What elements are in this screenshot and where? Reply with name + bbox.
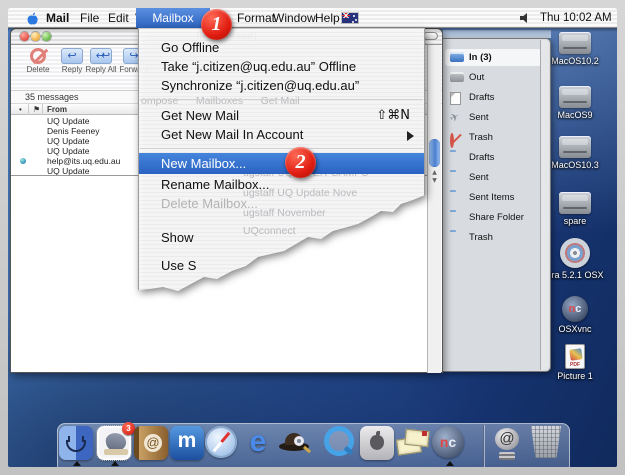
zoom-button[interactable] <box>42 32 51 41</box>
mailboxes-drawer: In (3) Out Drafts ✈Sent Trash Drafts Sen… <box>443 38 551 372</box>
menu-bar: Mail File Edit View Mailbox Format Windo… <box>8 8 617 28</box>
drawer-item-share-folder[interactable]: Share Folder <box>445 209 541 226</box>
hard-drive-icon <box>559 136 591 158</box>
paper-plane-icon: ✈ <box>448 111 461 126</box>
drawer-item-out[interactable]: Out <box>445 69 541 86</box>
dock-quicktime-icon[interactable] <box>324 426 358 460</box>
menu-item-take-offline[interactable]: Take “j.citizen@uq.edu.au” Offline <box>139 58 424 76</box>
australian-flag-icon[interactable] <box>342 13 358 23</box>
drawer-top-edge <box>443 30 551 38</box>
mailbox-menu: ompose Mailboxes Get Mail ugstaff UQ INT… <box>138 28 425 294</box>
column-divider <box>28 104 29 115</box>
volume-speaker-icon[interactable] <box>520 13 532 23</box>
menubar-item-mail[interactable]: Mail <box>46 8 69 28</box>
cd-icon <box>560 238 590 268</box>
reply-all-icon: ↩↩ <box>90 48 112 64</box>
drawer-scrollbar[interactable] <box>540 40 549 370</box>
dock-mozilla-icon[interactable]: m <box>170 426 204 460</box>
keyboard-shortcut: ⇧⌘N <box>376 107 410 125</box>
dock-separator <box>483 425 484 467</box>
menu-separator <box>140 99 423 100</box>
hard-drive-icon <box>559 32 591 54</box>
callout-step-1-badge: 1 <box>201 9 232 40</box>
vnc-icon: nc <box>562 296 588 322</box>
menubar-item-mailbox-active[interactable]: Mailbox <box>136 8 210 28</box>
dock-address-book-icon[interactable]: @ <box>134 426 168 460</box>
mailbox-menu-container: ompose Mailboxes Get Mail ugstaff UQ INT… <box>138 28 425 294</box>
menubar-clock[interactable]: Thu 10:02 AM <box>540 8 612 28</box>
draft-page-icon <box>450 92 461 105</box>
inbox-icon <box>450 52 464 62</box>
dock-internet-explorer-icon[interactable]: e <box>241 426 275 460</box>
apple-menu-icon[interactable] <box>26 11 39 26</box>
menu-item-synchronize[interactable]: Synchronize “j.citizen@uq.edu.au” <box>139 77 424 95</box>
menu-item-delete-mailbox: Delete Mailbox... <box>139 195 424 213</box>
close-button[interactable] <box>20 32 29 41</box>
dock-trash-icon[interactable] <box>529 426 563 460</box>
hard-drive-icon <box>559 86 591 108</box>
running-indicator <box>73 461 81 466</box>
drawer-item-drafts-folder[interactable]: Drafts <box>445 149 541 166</box>
screenshot-frame: In (3 unread) Delete ↩ Reply ↩↩ Reply Al… <box>0 0 625 475</box>
toolbar-toggle-pill[interactable] <box>423 32 438 40</box>
desktop-icon-osxvnc[interactable]: ncOSXvnc <box>545 296 605 334</box>
desktop-icon-macos9[interactable]: MacOS9 <box>545 86 605 120</box>
dock-safari-icon[interactable] <box>205 426 239 460</box>
dock: 3 @ m e nc @ <box>57 423 570 467</box>
dock-webloc-icon[interactable]: @ <box>490 426 524 460</box>
from-column-header[interactable]: From <box>47 104 67 115</box>
unread-dot-icon <box>20 158 26 164</box>
dock-eudora-letters-icon[interactable] <box>396 426 430 460</box>
dock-vnc-icon[interactable]: nc <box>432 426 466 460</box>
desktop-icon-picture1[interactable]: Picture 1 <box>545 344 605 381</box>
drawer-item-sent-items[interactable]: Sent Items <box>445 189 541 206</box>
scrollbar-arrows[interactable]: ▲▼ <box>428 169 441 187</box>
flag-column-header[interactable]: ⚑ <box>33 104 40 115</box>
menubar-item-window[interactable]: Window <box>273 8 316 28</box>
drawer-item-sent-folder[interactable]: Sent <box>445 169 541 186</box>
ghost-toolbar-labels: ompose Mailboxes Get Mail <box>141 95 300 107</box>
menubar-item-file[interactable]: File <box>80 8 99 28</box>
no-sign-icon <box>450 133 454 148</box>
read-column-header[interactable]: • <box>19 104 22 115</box>
minimize-button[interactable] <box>31 32 40 41</box>
menu-separator <box>140 148 423 149</box>
hard-drive-icon <box>559 192 591 214</box>
dock-sherlock-icon[interactable] <box>277 426 311 460</box>
vertical-scrollbar[interactable]: ▲▼ <box>427 45 441 373</box>
drawer-item-sent[interactable]: ✈Sent <box>445 109 541 126</box>
callout-step-2-badge: 2 <box>285 147 316 178</box>
outbox-icon <box>450 72 464 82</box>
drawer-item-trash-folder[interactable]: Trash <box>445 229 541 246</box>
delete-icon <box>30 48 46 64</box>
desktop-icon-macos102[interactable]: MacOS10.2 <box>545 32 605 66</box>
menu-item-new-mailbox[interactable]: New Mailbox... <box>139 153 424 174</box>
menu-item-rename-mailbox[interactable]: Rename Mailbox... <box>139 176 424 194</box>
desktop-icon-macos103[interactable]: MacOS10.3 <box>545 136 605 170</box>
menu-item-show[interactable]: Show <box>139 229 424 247</box>
dock-finder-icon[interactable] <box>59 426 93 460</box>
menubar-item-help[interactable]: Help <box>315 8 340 28</box>
submenu-arrow-icon <box>407 131 414 141</box>
running-indicator <box>111 461 119 466</box>
menu-item-get-new-mail-in-account[interactable]: Get New Mail In Account <box>139 126 424 144</box>
running-indicator <box>446 461 454 466</box>
pdf-document-icon <box>565 344 585 369</box>
drawer-item-drafts[interactable]: Drafts <box>445 89 541 106</box>
desktop-icon-spare[interactable]: spare <box>545 192 605 226</box>
menubar-item-format[interactable]: Format <box>237 8 275 28</box>
column-divider <box>42 104 43 115</box>
desktop-icon-eudora-cd[interactable]: ora 5.2.1 OSX <box>545 238 605 280</box>
scrollbar-thumb[interactable] <box>429 139 440 167</box>
desktop: In (3 unread) Delete ↩ Reply ↩↩ Reply Al… <box>8 8 617 467</box>
drawer-item-in[interactable]: In (3) <box>445 49 541 66</box>
menubar-item-edit[interactable]: Edit <box>108 8 129 28</box>
menu-item-go-offline[interactable]: Go Offline <box>139 39 424 57</box>
drawer-item-trash[interactable]: Trash <box>445 129 541 146</box>
dock-mail-icon[interactable]: 3 <box>97 426 131 460</box>
menu-item-use-torn[interactable]: Use S <box>139 257 424 275</box>
menu-item-get-new-mail[interactable]: Get New Mail⇧⌘N <box>139 107 424 125</box>
dock-system-preferences-icon[interactable] <box>360 426 394 460</box>
